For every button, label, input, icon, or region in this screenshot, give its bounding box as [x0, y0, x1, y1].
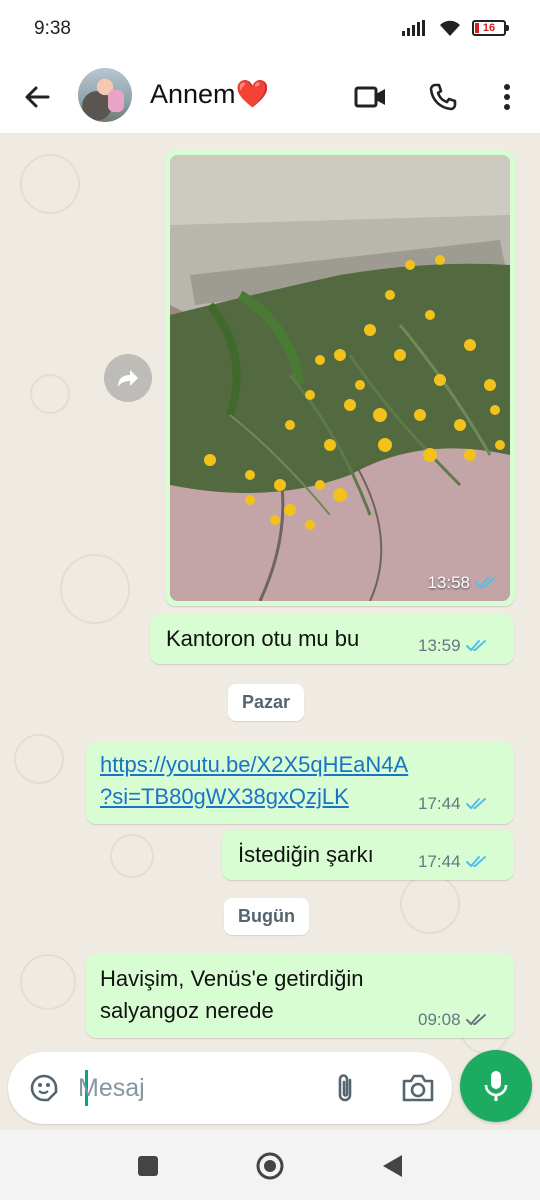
paperclip-icon — [338, 1074, 352, 1102]
link-message[interactable]: https://youtu.be/X2X5qHEaN4A ?si=TB80gWX… — [86, 742, 514, 824]
battery-icon: 16 — [472, 20, 509, 36]
message-time: 17:44 — [418, 794, 461, 813]
message-meta: 13:59 — [418, 636, 489, 656]
avatar[interactable] — [78, 68, 132, 122]
wifi-icon — [440, 20, 460, 36]
image-timestamp: 13:58 — [427, 573, 498, 593]
more-options-button[interactable] — [488, 78, 526, 116]
forward-icon — [118, 370, 138, 387]
arrow-left-icon — [25, 86, 50, 108]
double-check-read-icon — [465, 856, 486, 868]
back-button[interactable] — [20, 80, 54, 114]
link-line-1[interactable]: https://youtu.be/X2X5qHEaN4A — [100, 750, 408, 780]
double-check-read-icon — [475, 577, 495, 589]
text-message[interactable]: Kantoron otu mu bu 13:59 — [150, 614, 514, 664]
camera-icon — [402, 1074, 434, 1102]
message-text-line-1: Havişim, Venüs'e getirdiğin — [100, 966, 364, 991]
square-icon — [138, 1156, 158, 1176]
status-icons: 16 — [402, 19, 509, 37]
message-composer — [8, 1052, 452, 1124]
sticker-button[interactable] — [26, 1070, 62, 1106]
photo-content — [170, 155, 510, 601]
signal-icon — [402, 20, 425, 36]
double-check-read-icon — [465, 640, 486, 652]
double-check-delivered-icon — [465, 1014, 486, 1026]
back-nav-button[interactable] — [376, 1150, 408, 1182]
date-separator: Pazar — [228, 684, 305, 721]
home-button[interactable] — [254, 1150, 286, 1182]
video-camera-icon — [354, 86, 385, 108]
status-time: 9:38 — [34, 18, 71, 39]
image-message[interactable]: 13:58 — [165, 150, 515, 606]
system-navigation-bar — [0, 1130, 540, 1200]
video-call-button[interactable] — [352, 78, 390, 116]
camera-button[interactable] — [398, 1070, 438, 1106]
attach-button[interactable] — [328, 1070, 364, 1106]
message-time: 13:59 — [418, 636, 461, 655]
message-meta: 09:08 — [418, 1010, 489, 1030]
message-text: İstediğin şarkı — [238, 842, 374, 867]
voice-call-button[interactable] — [424, 78, 462, 116]
contact-name[interactable]: Annem❤️ — [150, 78, 269, 110]
message-meta: 17:44 — [418, 852, 489, 872]
date-separator: Bugün — [224, 898, 309, 935]
message-time: 17:44 — [418, 852, 461, 871]
status-bar: 9:38 16 — [0, 0, 540, 60]
more-vertical-icon — [504, 84, 510, 110]
chat-header: Annem❤️ — [0, 60, 540, 134]
message-text-line-2: salyangoz nerede — [100, 998, 274, 1023]
battery-level: 16 — [482, 22, 496, 34]
text-message[interactable]: Havişim, Venüs'e getirdiğin salyangoz ne… — [86, 954, 514, 1038]
sticker-icon — [30, 1074, 58, 1102]
message-text: Kantoron otu mu bu — [166, 626, 360, 651]
microphone-icon — [484, 1071, 508, 1101]
image-time: 13:58 — [427, 573, 470, 592]
message-time: 09:08 — [418, 1010, 461, 1029]
text-message[interactable]: İstediğin şarkı 17:44 — [222, 830, 514, 880]
phone-icon — [429, 83, 457, 111]
home-circle-icon — [256, 1152, 284, 1180]
recent-apps-button[interactable] — [132, 1150, 164, 1182]
photo[interactable]: 13:58 — [170, 155, 510, 601]
link-line-2[interactable]: ?si=TB80gWX38gxQzjLK — [100, 782, 349, 812]
double-check-read-icon — [465, 798, 486, 810]
message-input[interactable] — [78, 1066, 318, 1110]
voice-record-button[interactable] — [460, 1050, 532, 1122]
triangle-back-icon — [383, 1155, 402, 1177]
message-meta: 17:44 — [418, 794, 489, 814]
forward-button[interactable] — [104, 354, 152, 402]
